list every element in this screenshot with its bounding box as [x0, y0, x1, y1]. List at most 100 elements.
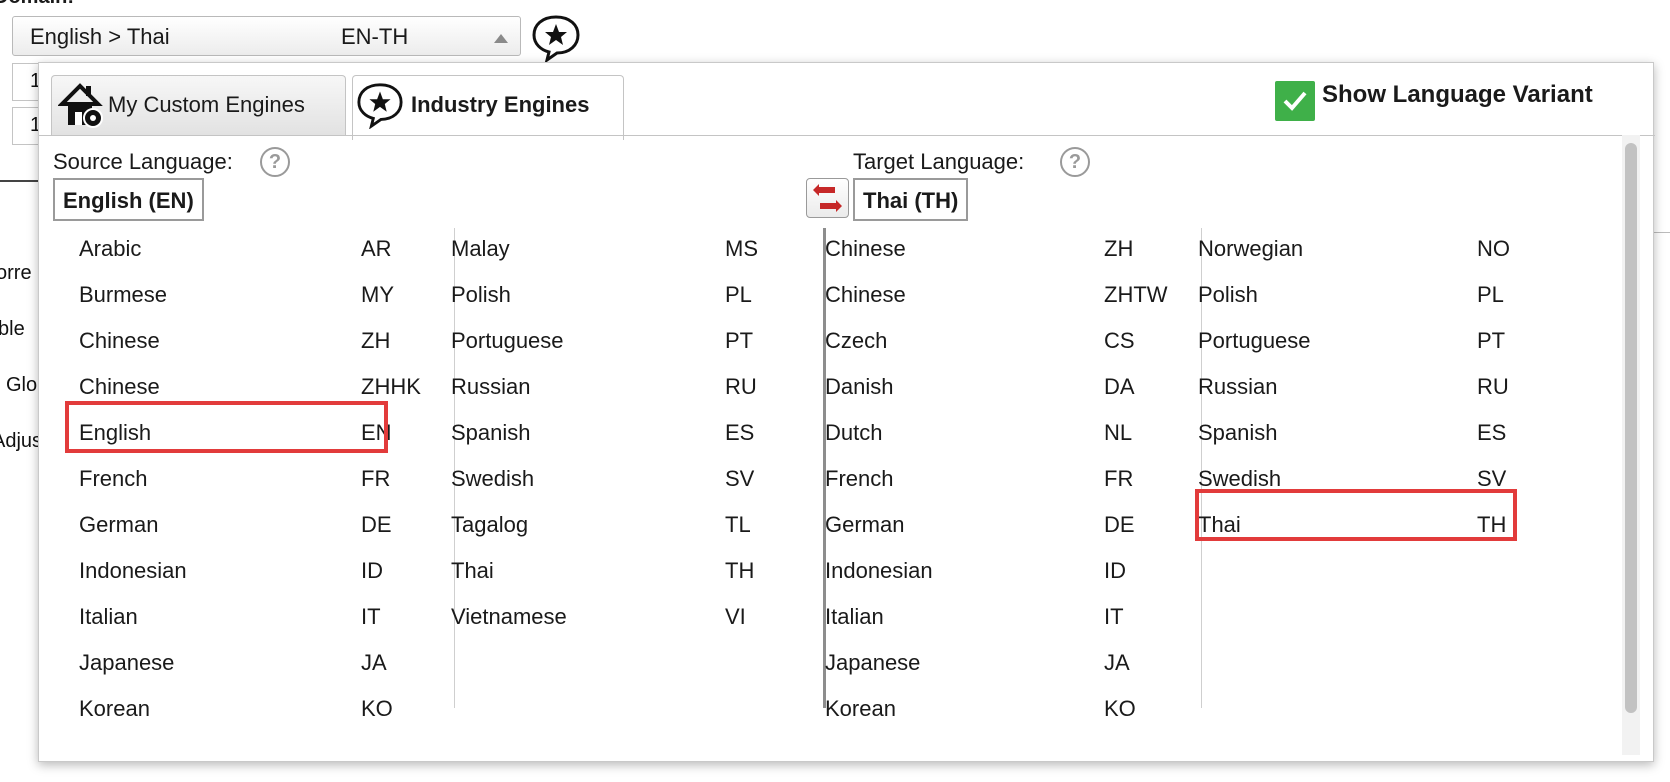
- source-selection-highlight: [65, 401, 388, 453]
- source-help-icon[interactable]: ?: [260, 147, 290, 177]
- language-option[interactable]: Swedish SV: [451, 458, 831, 504]
- language-name: Portuguese: [451, 328, 564, 353]
- language-name: Spanish: [1198, 420, 1278, 445]
- language-code: RU: [725, 374, 757, 399]
- language-option[interactable]: Japanese JA: [79, 642, 459, 688]
- language-option[interactable]: Chinese ZHTW: [825, 274, 1205, 320]
- language-option[interactable]: Russian RU: [451, 366, 831, 412]
- language-option[interactable]: Indonesian ID: [825, 550, 1205, 596]
- language-name: Russian: [451, 374, 531, 399]
- language-option[interactable]: Italian IT: [825, 596, 1205, 642]
- language-name: Vietnamese: [451, 604, 567, 629]
- language-name: Malay: [451, 236, 510, 261]
- language-code: ID: [1104, 558, 1126, 583]
- language-code: PT: [1477, 328, 1506, 353]
- swap-arrows-icon[interactable]: [806, 178, 849, 218]
- target-help-icon[interactable]: ?: [1060, 147, 1090, 177]
- language-code: DA: [1104, 374, 1135, 399]
- language-option[interactable]: Russian RU: [1198, 366, 1578, 412]
- source-column-1: Arabic AR Burmese MY Chinese ZH Chinese ZHHK Eng…: [79, 228, 459, 734]
- language-option[interactable]: French FR: [825, 458, 1205, 504]
- language-code: ES: [1477, 420, 1507, 445]
- language-code: NL: [1104, 420, 1133, 445]
- language-option[interactable]: Burmese MY: [79, 274, 459, 320]
- background-text-4: Adjus: [0, 430, 43, 452]
- tab-my-custom-engines[interactable]: My Custom Engines: [51, 75, 346, 135]
- popup-scrollbar[interactable]: [1622, 135, 1640, 755]
- language-name: Russian: [1198, 374, 1278, 399]
- language-name: German: [79, 512, 159, 537]
- show-variant-checkbox[interactable]: [1275, 81, 1315, 121]
- tab-divider: [39, 135, 1655, 136]
- language-option[interactable]: French FR: [79, 458, 459, 504]
- language-option[interactable]: Polish PL: [451, 274, 831, 320]
- language-name: Korean: [825, 696, 896, 721]
- language-option[interactable]: Polish PL: [1198, 274, 1578, 320]
- domain-selected-name: English > Thai: [30, 24, 170, 49]
- language-name: German: [825, 512, 905, 537]
- language-name: Burmese: [79, 282, 168, 307]
- language-code: MY: [361, 282, 394, 307]
- language-code: DE: [1104, 512, 1135, 537]
- domain-selected-code: EN-TH: [341, 24, 409, 49]
- language-option[interactable]: Chinese ZH: [825, 228, 1205, 274]
- language-option[interactable]: Korean KO: [825, 688, 1205, 734]
- language-name: Danish: [825, 374, 894, 399]
- language-option[interactable]: Chinese ZH: [79, 320, 459, 366]
- language-code: SV: [725, 466, 755, 491]
- language-option[interactable]: Norwegian NO: [1198, 228, 1578, 274]
- language-name: Portuguese: [1198, 328, 1311, 353]
- star-bubble-icon[interactable]: [530, 13, 582, 64]
- language-code: JA: [361, 650, 387, 675]
- language-code: FR: [1104, 466, 1134, 491]
- tab-label-industry: Industry Engines: [411, 92, 590, 117]
- language-name: Thai: [451, 558, 494, 583]
- language-code: TH: [725, 558, 755, 583]
- language-name: Spanish: [451, 420, 531, 445]
- language-option[interactable]: German DE: [79, 504, 459, 550]
- language-name: Chinese: [825, 282, 906, 307]
- language-option[interactable]: Spanish ES: [451, 412, 831, 458]
- language-name: Italian: [79, 604, 138, 629]
- background-text-3: Glo: [6, 374, 38, 396]
- language-option[interactable]: Portuguese PT: [451, 320, 831, 366]
- language-option[interactable]: Japanese JA: [825, 642, 1205, 688]
- language-name: French: [79, 466, 148, 491]
- language-option[interactable]: Spanish ES: [1198, 412, 1578, 458]
- tab-industry-engines[interactable]: Industry Engines: [352, 75, 624, 140]
- domain-select[interactable]: English > Thai EN-TH: [12, 16, 521, 56]
- show-variant-label[interactable]: Show Language Variant: [1322, 81, 1593, 109]
- language-code: ZH: [361, 328, 391, 353]
- language-option[interactable]: Indonesian ID: [79, 550, 459, 596]
- language-name: Chinese: [79, 374, 160, 399]
- language-name: Polish: [1198, 282, 1258, 307]
- language-name: Dutch: [825, 420, 883, 445]
- domain-label: Domain:: [0, 0, 74, 9]
- language-code: KO: [361, 696, 393, 721]
- language-name: Swedish: [451, 466, 535, 491]
- language-option[interactable]: Tagalog TL: [451, 504, 831, 550]
- language-option[interactable]: Czech CS: [825, 320, 1205, 366]
- language-name: French: [825, 466, 894, 491]
- language-code: CS: [1104, 328, 1135, 353]
- language-code: ZHTW: [1104, 282, 1168, 307]
- language-option[interactable]: Italian IT: [79, 596, 459, 642]
- language-option[interactable]: Vietnamese VI: [451, 596, 831, 642]
- language-picker-popup: My Custom Engines Industry Engines Show …: [38, 62, 1655, 762]
- scrollbar-thumb[interactable]: [1625, 143, 1637, 713]
- language-option[interactable]: Malay MS: [451, 228, 831, 274]
- language-name: Indonesian: [825, 558, 933, 583]
- background-text-1: orre: [0, 262, 32, 284]
- language-option[interactable]: Dutch NL: [825, 412, 1205, 458]
- language-name: Tagalog: [451, 512, 529, 537]
- language-name: Arabic: [79, 236, 142, 261]
- source-column-2: Malay MS Polish PL Portuguese PT Russian RU Span…: [451, 228, 831, 642]
- language-option[interactable]: German DE: [825, 504, 1205, 550]
- language-code: ES: [725, 420, 755, 445]
- language-name: Italian: [825, 604, 884, 629]
- language-option[interactable]: Arabic AR: [79, 228, 459, 274]
- language-option[interactable]: Danish DA: [825, 366, 1205, 412]
- language-option[interactable]: Korean KO: [79, 688, 459, 734]
- language-option[interactable]: Thai TH: [451, 550, 831, 596]
- language-option[interactable]: Portuguese PT: [1198, 320, 1578, 366]
